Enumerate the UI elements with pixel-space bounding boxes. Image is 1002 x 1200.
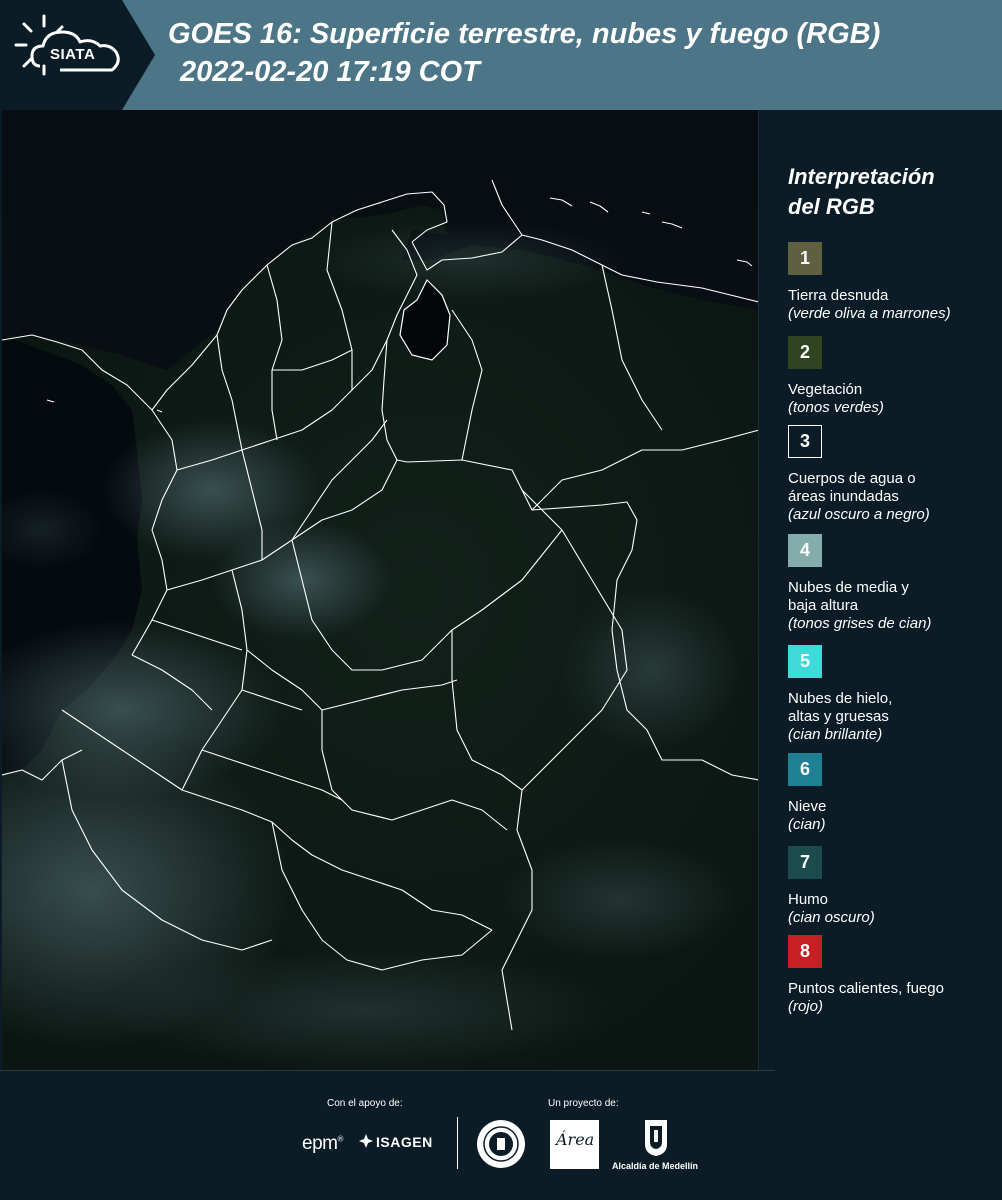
legend-label: Nieve [788,798,998,816]
legend-desc: (cian brillante) [788,726,883,743]
epm-logo-text: epm [302,1133,338,1154]
legend-label-line: Cuerpos de agua o [788,470,916,487]
legend-desc: (cian oscuro) [788,909,875,926]
legend-swatch: 4 [788,534,822,567]
isagen-mark-icon [359,1134,373,1148]
logo-text: SIATA [50,46,96,63]
legend-number: 2 [799,342,810,362]
legend-desc: (tonos verdes) [788,399,884,416]
legend-item-snow: 6 Nieve (cian) [788,753,998,834]
area-logo-text: Área [556,1130,595,1149]
footer-vertical-divider [457,1117,458,1169]
legend-desc: (cian) [788,816,826,833]
legend-label-line: Humo [788,891,829,908]
legend-label: Humo [788,891,998,909]
legend-item-bare-land: 1 Tierra desnuda (verde oliva a marrones… [788,242,998,323]
isagen-logo: ISAGEN [376,1134,433,1150]
legend-label-line: Nubes de hielo, [788,690,893,707]
siata-logo: SIATA [0,0,155,110]
legend-desc: (azul oscuro a negro) [788,506,930,523]
legend-label: Puntos calientes, fuego [788,980,998,998]
epm-logo: epm® [302,1133,343,1154]
legend-label: Nubes de hielo, altas y gruesas [788,690,998,726]
footer: Con el apoyo de: Un proyecto de: epm® IS… [0,1070,1002,1200]
header: SIATA GOES 16: Superficie terrestre, nub… [0,0,1002,110]
legend-item-vegetation: 2 Vegetación (tonos verdes) [788,336,998,417]
legend-number: 1 [799,248,810,268]
footer-divider-line [0,1070,775,1071]
legend-label-line: Tierra desnuda [788,287,889,304]
legend-swatch: 3 [788,425,822,458]
legend-desc: (rojo) [788,998,824,1015]
legend-label-line: Nubes de media y [788,579,909,596]
satellite-map[interactable] [2,110,759,1070]
legend-panel: Interpretación del RGB 1 Tierra desnuda … [760,110,1002,1070]
legend-title-line1: Interpretación [788,164,935,189]
government-seal-icon [477,1120,525,1168]
legend-swatch: 8 [788,935,822,968]
legend-swatch: 5 [788,645,822,678]
legend-item-fire: 8 Puntos calientes, fuego (rojo) [788,935,998,1016]
legend-desc: (tonos grises de cian) [788,615,932,632]
legend-label: Cuerpos de agua o áreas inundadas [788,470,998,506]
legend-label: Vegetación [788,381,998,399]
legend-number: 7 [799,852,810,872]
legend-item-smoke: 7 Humo (cian oscuro) [788,846,998,927]
legend-swatch: 7 [788,846,822,879]
support-label: Con el apoyo de: [327,1098,403,1109]
legend-label: Tierra desnuda [788,287,998,305]
legend-number: 3 [799,431,810,451]
legend-swatch: 1 [788,242,822,275]
legend-item-water: 3 Cuerpos de agua o áreas inundadas (azu… [788,425,998,524]
alcaldia-label: Alcaldía de Medellín [612,1161,699,1171]
page-subtitle: 2022-02-20 17:19 COT [180,56,480,88]
legend-label-line: Vegetación [788,381,863,398]
legend-number: 6 [799,759,810,779]
area-metropolitana-logo: Área [550,1120,599,1169]
legend-number: 8 [799,941,810,961]
legend-swatch: 2 [788,336,822,369]
alcaldia-shield-icon [645,1120,667,1156]
legend-item-ice-clouds: 5 Nubes de hielo, altas y gruesas (cian … [788,645,998,744]
legend-label: Nubes de media y baja altura [788,579,998,615]
legend-item-low-clouds: 4 Nubes de media y baja altura (tonos gr… [788,534,998,633]
legend-swatch: 6 [788,753,822,786]
legend-label-line: Puntos calientes, fuego [788,980,944,997]
legend-label-line: altas y gruesas [788,708,889,725]
project-label: Un proyecto de: [548,1098,619,1109]
legend-number: 5 [799,651,810,671]
page-title: GOES 16: Superficie terrestre, nubes y f… [168,18,881,50]
legend-number: 4 [799,540,810,560]
legend-desc: (verde oliva a marrones) [788,305,951,322]
map-svg [2,110,758,1070]
legend-title-line2: del RGB [788,194,875,219]
legend-label-line: áreas inundadas [788,488,899,505]
legend-title: Interpretación del RGB [788,162,935,222]
legend-label-line: Nieve [788,798,827,815]
legend-label-line: baja altura [788,597,859,614]
